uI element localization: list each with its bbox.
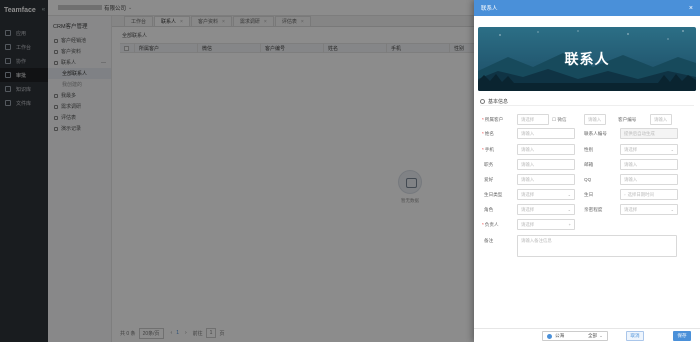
chevron-down-icon: ⌄ <box>670 207 674 212</box>
form-row: *手机 请输入 性别 请选择 ⌄ <box>480 144 694 156</box>
birthday-type-select[interactable]: 请选择 ⌄ <box>517 189 575 200</box>
panel-title: 联系人 <box>481 6 498 12</box>
field-label: 爱好 <box>484 177 494 182</box>
wechat-checkbox-label[interactable]: ☐ 微信 <box>552 117 567 123</box>
qq-input[interactable]: 请输入 <box>620 174 678 185</box>
section-title: 基本信息 <box>488 98 509 105</box>
pool-scope: 全部 <box>587 333 598 338</box>
calendar-icon: ▫ <box>624 192 626 197</box>
new-contact-panel: 联系人 × 联系人 基本信息 *所属客户 请选择 ☐ 微信 请输入 客户编号 请… <box>474 0 700 342</box>
form-row: *所属客户 请选择 ☐ 微信 请输入 客户编号 请输入 <box>480 114 694 126</box>
field-label: *手机 <box>482 147 494 152</box>
chevron-down-icon: ⌄ <box>567 192 571 197</box>
chevron-down-icon: ⌄ <box>599 333 603 338</box>
panel-header: 联系人 × <box>474 0 700 16</box>
field-label: 亲密程度 <box>584 207 603 212</box>
field-label: 职务 <box>484 162 494 167</box>
pool-label: 公海 <box>555 333 565 338</box>
banner-title: 联系人 <box>564 51 610 67</box>
email-input[interactable]: 请输入 <box>620 159 678 170</box>
field-label: QQ <box>584 177 592 182</box>
globe-icon <box>547 333 552 339</box>
role-select[interactable]: 请选择 ⌄ <box>517 204 575 215</box>
wechat-input[interactable]: 请输入 <box>584 114 606 125</box>
field-label: *姓名 <box>482 131 494 136</box>
pool-select[interactable]: 公海 全部 ⌄ <box>542 331 608 341</box>
form-row: 生日类型 请选择 ⌄ 生日 ▫ 选择日期时间 <box>480 189 694 201</box>
field-label: 生日类型 <box>484 192 503 197</box>
contact-banner: 联系人 <box>478 27 696 91</box>
job-title-input[interactable]: 请输入 <box>517 159 575 170</box>
panel-footer: 公海 全部 ⌄ 取消 保存 <box>474 328 700 342</box>
field-label: 邮箱 <box>584 162 594 167</box>
remark-textarea[interactable]: 请输入备注信息 <box>517 235 677 257</box>
field-label: 性别 <box>584 147 594 152</box>
minus-circle-icon[interactable] <box>480 98 485 104</box>
chevron-down-icon: ⌄ <box>670 147 674 152</box>
close-icon[interactable]: × <box>689 5 693 12</box>
customer-select[interactable]: 请选择 <box>517 114 549 125</box>
form-row: *负责人 请选择 + <box>480 219 694 231</box>
intimacy-select[interactable]: 请选择 ⌄ <box>620 204 678 215</box>
field-label: *负责人 <box>482 222 499 227</box>
form-row: 备注 请输入备注信息 <box>480 235 694 259</box>
section-basic-info: 基本信息 <box>480 97 694 106</box>
form-row: *姓名 请输入 联系人编号 提供后自动生成 <box>480 128 694 140</box>
plus-icon: + <box>568 222 571 227</box>
hobby-input[interactable]: 请输入 <box>517 174 575 185</box>
birthday-picker[interactable]: ▫ 选择日期时间 <box>620 189 678 200</box>
contact-number-input: 提供后自动生成 <box>620 128 678 139</box>
name-input[interactable]: 请输入 <box>517 128 575 139</box>
owner-select[interactable]: 请选择 + <box>517 219 575 230</box>
field-label: 角色 <box>484 207 494 212</box>
field-label: 联系人编号 <box>584 131 607 136</box>
mobile-input[interactable]: 请输入 <box>517 144 575 155</box>
chevron-down-icon: ⌄ <box>567 207 571 212</box>
form-row: 职务 请输入 邮箱 请输入 <box>480 159 694 171</box>
field-label: 生日 <box>584 192 594 197</box>
gender-select[interactable]: 请选择 ⌄ <box>620 144 678 155</box>
field-label: 客户编号 <box>618 117 637 122</box>
form-row: 爱好 请输入 QQ 请输入 <box>480 174 694 186</box>
customer-number-input[interactable]: 请输入 <box>650 114 672 125</box>
field-label: 备注 <box>484 238 494 243</box>
cancel-button[interactable]: 取消 <box>626 331 644 341</box>
form-row: 角色 请选择 ⌄ 亲密程度 请选择 ⌄ <box>480 204 694 216</box>
field-label: *所属客户 <box>482 117 504 122</box>
save-button[interactable]: 保存 <box>673 331 691 341</box>
